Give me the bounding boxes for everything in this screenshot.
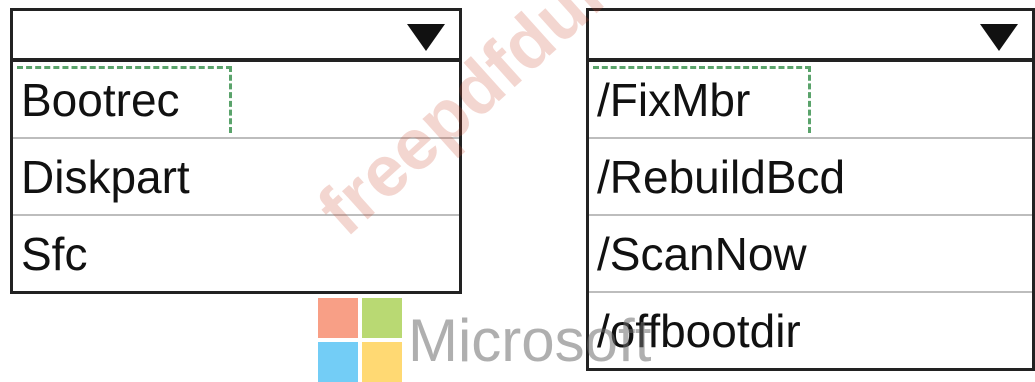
option-diskpart[interactable]: Diskpart bbox=[13, 137, 459, 214]
dropdown-arrow-icon[interactable] bbox=[980, 24, 1018, 51]
switch-options-list: /FixMbr /RebuildBcd /ScanNow /offbootdir bbox=[586, 60, 1035, 371]
switch-select-box[interactable] bbox=[586, 8, 1035, 60]
command-dropdown[interactable]: Bootrec Diskpart Sfc bbox=[10, 8, 462, 294]
option-bootrec[interactable]: Bootrec bbox=[13, 60, 459, 137]
command-select-box[interactable] bbox=[10, 8, 462, 60]
option-sfc[interactable]: Sfc bbox=[13, 214, 459, 291]
command-options-list: Bootrec Diskpart Sfc bbox=[10, 60, 462, 294]
dropdown-arrow-icon[interactable] bbox=[407, 24, 445, 51]
microsoft-logo-icon bbox=[318, 298, 402, 382]
switch-dropdown[interactable]: /FixMbr /RebuildBcd /ScanNow /offbootdir bbox=[586, 8, 1035, 371]
option-offbootdir[interactable]: /offbootdir bbox=[589, 291, 1032, 368]
option-rebuildbcd[interactable]: /RebuildBcd bbox=[589, 137, 1032, 214]
option-scannow[interactable]: /ScanNow bbox=[589, 214, 1032, 291]
option-fixmbr[interactable]: /FixMbr bbox=[589, 60, 1032, 137]
